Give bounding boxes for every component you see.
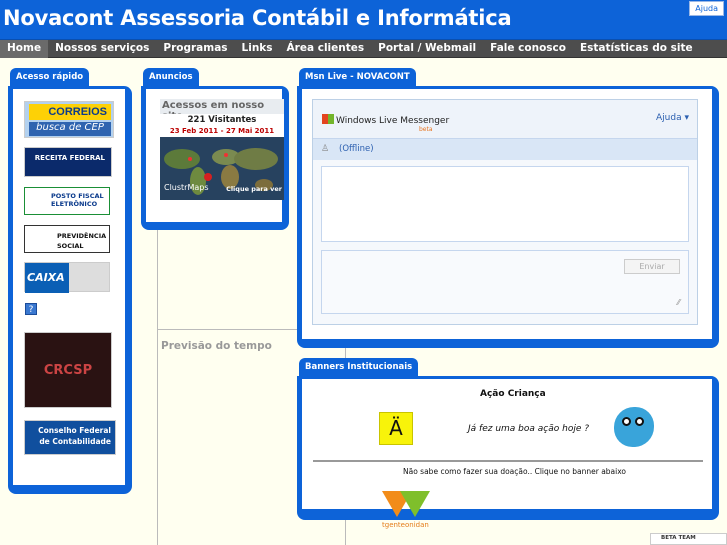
main-nav: Home Nossos serviços Programas Links Áre…	[0, 40, 727, 58]
divider	[313, 460, 703, 462]
banner-logo-text: tgenteonidan	[382, 521, 429, 529]
nav-portal-webmail[interactable]: Portal / Webmail	[371, 40, 483, 58]
beta-team-badge[interactable]: BETA TEAM	[650, 533, 727, 545]
msn-help-menu[interactable]: Ajuda ▾	[656, 113, 689, 123]
msn-beta: beta	[419, 126, 433, 133]
site-header: Novacont Assessoria Contábil e Informáti…	[0, 0, 727, 40]
clustrmaps-title: Acessos em nosso site	[160, 99, 284, 122]
caixa-banner[interactable]: CAIXA	[24, 262, 110, 293]
help-icon[interactable]: ?	[25, 303, 37, 315]
msn-logo-text: Windows Live Messenger	[336, 116, 450, 126]
msn-logo: Windows Live Messenger	[322, 114, 449, 126]
acesso-rapido-tab: Acesso rápido	[10, 68, 90, 87]
msn-status-bar: ♙ (Offline)	[313, 138, 697, 160]
msn-message-input[interactable]: Enviar ⁄⁄	[321, 250, 689, 314]
crcsp-banner[interactable]: CRCSP	[24, 332, 112, 408]
clustrmaps-logo: ClustrMaps	[164, 183, 209, 192]
msn-widget: Windows Live Messenger beta Ajuda ▾ ♙ (O…	[312, 99, 698, 325]
clustrmaps-visitors: 221 Visitantes 23 Feb 2011 - 27 Mai 2011	[160, 114, 284, 137]
monster-icon	[614, 407, 654, 447]
doacao-text: Não sabe como fazer sua doação.. Clique …	[403, 467, 627, 476]
visitor-count: 221 Visitantes	[187, 115, 257, 125]
acao-question: Já fez uma boa ação hoje ?	[468, 424, 589, 434]
nav-links[interactable]: Links	[235, 40, 280, 58]
correios-banner[interactable]: CORREIOS busca de CEP	[24, 101, 114, 138]
resize-grip-icon[interactable]: ⁄⁄	[677, 298, 680, 307]
acao-crianca-banner[interactable]	[382, 491, 430, 521]
logo-shape	[400, 491, 430, 517]
windows-flag-icon	[322, 114, 334, 124]
msn-header: Windows Live Messenger beta Ajuda ▾	[313, 100, 697, 138]
msn-tab: Msn Live - NOVACONT	[299, 68, 416, 87]
monster-eye	[622, 417, 631, 426]
smiley-icon: Ä	[379, 412, 413, 445]
posto-fiscal-banner[interactable]: POSTO FISCAL ELETRÔNICO	[24, 187, 110, 215]
send-button[interactable]: Enviar	[624, 259, 680, 274]
anuncios-tab: Anuncios	[143, 68, 199, 87]
nav-estatisticas[interactable]: Estatísticas do site	[573, 40, 700, 58]
banners-tab: Banners Institucionais	[299, 358, 419, 377]
nav-area-clientes[interactable]: Área clientes	[280, 40, 372, 58]
msn-help-label: Ajuda	[656, 113, 682, 123]
caixa-label: CAIXA	[25, 263, 69, 293]
content-area: Acesso rápido CORREIOS busca de CEP RECE…	[0, 59, 727, 545]
correios-label: CORREIOS	[29, 104, 111, 120]
acao-crianca-title: Ação Criança	[480, 389, 546, 399]
previdencia-banner[interactable]: PREVIDÊNCIA SOCIAL	[24, 225, 110, 253]
clustrmaps-widget[interactable]: Acessos em nosso site 221 Visitantes 23 …	[160, 99, 284, 200]
receita-federal-banner[interactable]: RECEITA FEDERAL	[24, 147, 112, 177]
nav-programas[interactable]: Programas	[156, 40, 234, 58]
busca-cep-label: busca de CEP	[29, 122, 111, 136]
site-title: Novacont Assessoria Contábil e Informáti…	[3, 6, 512, 30]
previsao-tempo-label: Previsão do tempo	[161, 340, 272, 352]
nav-servicos[interactable]: Nossos serviços	[48, 40, 156, 58]
msn-status: (Offline)	[339, 144, 374, 154]
msn-conversation	[321, 166, 689, 242]
help-link[interactable]: Ajuda	[689, 1, 724, 16]
grid-line	[157, 229, 158, 545]
grid-line	[157, 329, 297, 330]
cfc-banner[interactable]: Conselho Federal de Contabilidade	[24, 420, 116, 455]
nav-home[interactable]: Home	[0, 40, 49, 58]
monster-eye	[635, 417, 644, 426]
visitor-dates: 23 Feb 2011 - 27 Mai 2011	[169, 127, 275, 135]
clustrmaps-link[interactable]: Clique para ver	[226, 185, 282, 193]
nav-fale-conosco[interactable]: Fale conosco	[483, 40, 573, 58]
person-icon: ♙	[321, 144, 330, 154]
chevron-down-icon: ▾	[684, 113, 689, 123]
